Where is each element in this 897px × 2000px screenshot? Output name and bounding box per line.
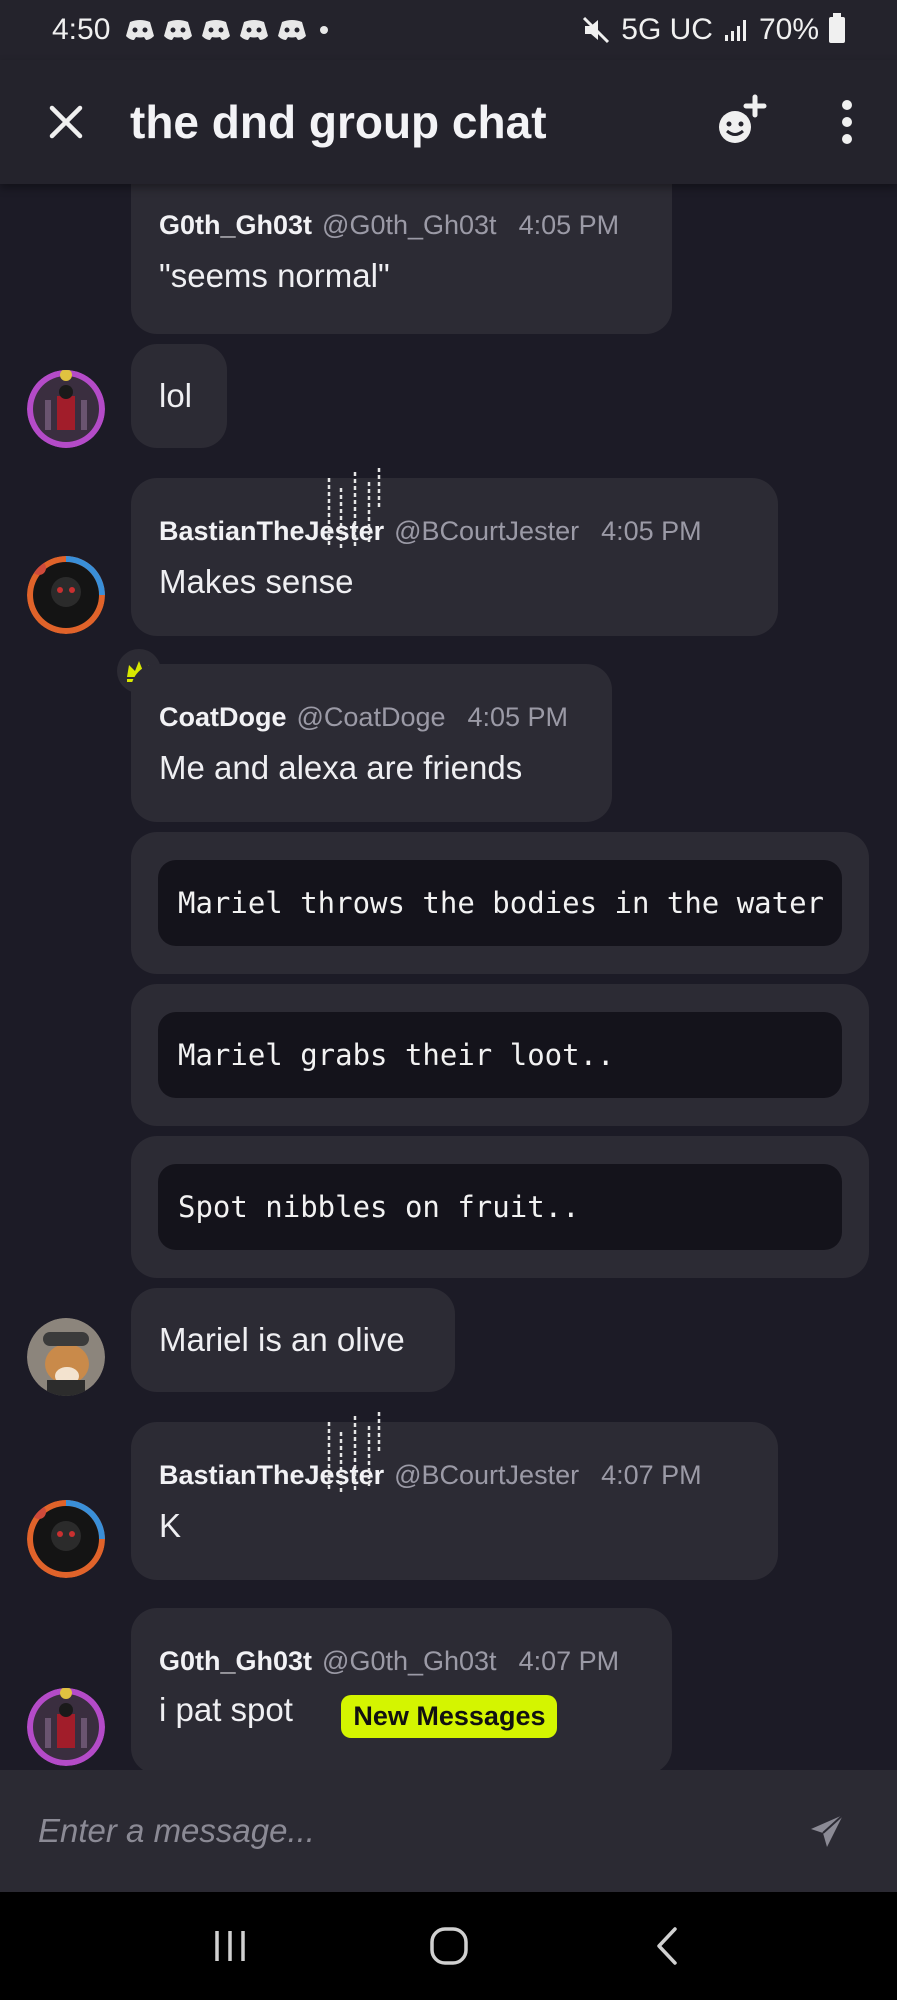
avatar[interactable]	[27, 1500, 105, 1578]
message-bubble: BastianTheJester @BCourtJester 4:07 PM K	[131, 1412, 778, 1580]
author-handle: @G0th_Gh03t	[322, 210, 497, 240]
message-bubble: BastianTheJester @BCourtJester 4:05 PM M…	[131, 468, 778, 636]
message-text: Makes sense	[159, 563, 354, 600]
message-bubble: Mariel is an olive	[131, 1288, 455, 1392]
message-text: K	[159, 1507, 182, 1544]
mute-icon	[583, 16, 610, 44]
notification-dot	[320, 26, 329, 34]
message-bubble: lol	[131, 344, 227, 448]
zalgo-decoration	[327, 1412, 381, 1492]
close-icon[interactable]	[44, 100, 88, 144]
chat-title: the dnd group chat	[130, 96, 547, 148]
discord-icon	[240, 20, 269, 40]
message-input[interactable]	[38, 1812, 807, 1850]
author-name[interactable]: CoatDoge	[159, 702, 287, 733]
new-messages-badge[interactable]: New Messages	[341, 1695, 558, 1739]
code-block: Mariel throws the bodies in the water	[158, 860, 842, 946]
message-bubble: G0th_Gh03t @G0th_Gh03t 4:05 PM "seems no…	[131, 184, 672, 334]
code-block: Mariel grabs their loot..	[158, 1012, 842, 1098]
discord-icon	[126, 20, 155, 40]
status-time: 4:50	[52, 13, 111, 46]
home-icon[interactable]	[426, 1923, 472, 1969]
message-text: "seems normal"	[159, 257, 390, 294]
zalgo-decoration	[327, 468, 381, 548]
message-time: 4:07 PM	[601, 1460, 702, 1490]
message-text: Mariel is an olive	[159, 1321, 405, 1358]
avatar[interactable]	[27, 556, 105, 634]
author-handle: @CoatDoge	[296, 702, 446, 732]
author-name[interactable]: G0th_Gh03t	[159, 1646, 312, 1677]
system-nav-bar	[0, 1892, 897, 2000]
notification-icons	[124, 18, 308, 42]
message-time: 4:05 PM	[601, 516, 702, 546]
message-text: lol	[159, 377, 193, 414]
message-bubble: CoatDoge @CoatDoge 4:05 PM Me and alexa …	[131, 664, 612, 822]
message-text: Me and alexa are friends	[159, 749, 523, 786]
add-emoji-icon[interactable]	[711, 93, 769, 151]
author-name[interactable]: G0th_Gh03t	[159, 210, 312, 241]
avatar[interactable]	[27, 1688, 105, 1766]
battery-label: 70%	[758, 13, 819, 46]
author-handle: @BCourtJester	[394, 1460, 580, 1490]
message-time: 4:07 PM	[518, 1646, 620, 1676]
author-name[interactable]: BastianTheJester	[159, 1412, 384, 1492]
message-bubble: G0th_Gh03t @G0th_Gh03t 4:07 PM i pat spo…	[131, 1608, 672, 1770]
send-icon[interactable]	[807, 1811, 847, 1851]
discord-icon	[202, 20, 231, 40]
author-handle: @BCourtJester	[394, 516, 580, 546]
battery-icon	[829, 13, 845, 43]
avatar[interactable]	[27, 1318, 105, 1396]
author-handle: @G0th_Gh03t	[322, 1646, 497, 1676]
back-icon[interactable]	[645, 1923, 691, 1969]
more-options-icon[interactable]	[841, 100, 853, 144]
message-time: 4:05 PM	[467, 702, 569, 732]
status-bar: 4:50 5G UC 70%	[0, 0, 897, 60]
signal-icon	[724, 20, 746, 41]
author-name[interactable]: BastianTheJester	[159, 468, 384, 548]
chat-header: the dnd group chat	[0, 60, 897, 184]
message-list[interactable]: G0th_Gh03t @G0th_Gh03t 4:05 PM "seems no…	[0, 184, 897, 1770]
message-time: 4:05 PM	[518, 210, 620, 240]
recent-apps-icon[interactable]	[207, 1923, 253, 1969]
discord-icon	[164, 20, 193, 40]
network-label: 5G UC	[621, 13, 713, 46]
code-block: Spot nibbles on fruit..	[158, 1164, 842, 1250]
message-text: i pat spot	[159, 1691, 293, 1728]
discord-icon	[278, 20, 307, 40]
avatar[interactable]	[27, 370, 105, 448]
message-composer	[0, 1770, 897, 1892]
